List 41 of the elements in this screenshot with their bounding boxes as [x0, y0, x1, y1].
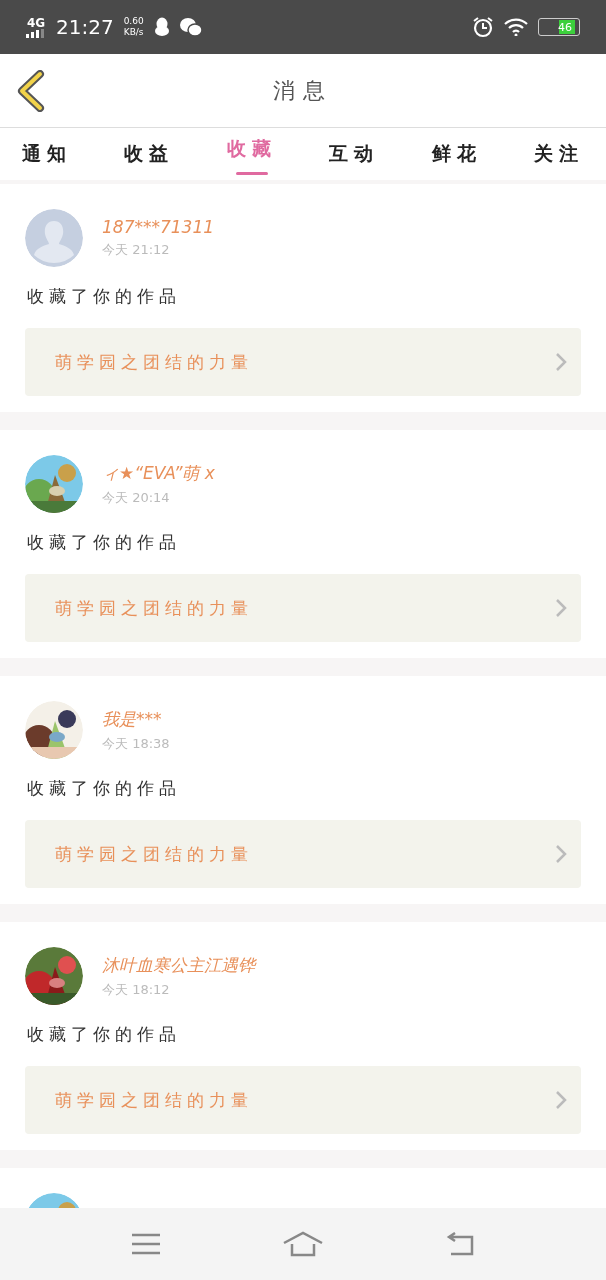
page-title: 消息: [273, 76, 333, 105]
speed-unit: KB/s: [123, 27, 144, 38]
tab[interactable]: 通知: [8, 128, 86, 172]
user-name[interactable]: 我是***: [102, 707, 170, 731]
clock-time: 21:27: [56, 15, 114, 39]
message-text: 收藏了你的作品: [27, 777, 182, 800]
chevron-right-icon: [555, 598, 567, 618]
tab[interactable]: 鲜花: [417, 128, 496, 172]
alarm-clock-icon: [472, 16, 494, 38]
message-time: 今天 20:14: [102, 488, 171, 507]
work-link[interactable]: 萌学园之团结的力量: [25, 328, 581, 396]
menu-icon[interactable]: [130, 1233, 161, 1255]
work-link[interactable]: 萌学园之团结的力量: [25, 820, 581, 888]
user-name[interactable]: ィ★“EVA”萌 x: [102, 461, 215, 485]
message-time: 今天 18:12: [102, 980, 171, 999]
back-chevron-icon[interactable]: [16, 70, 46, 112]
message-time: 今天 21:12: [102, 241, 171, 259]
tab[interactable]: 收益: [110, 128, 189, 172]
signal-icon: [26, 28, 46, 38]
user-name[interactable]: 沐叶血寒公主江遇铧: [102, 953, 255, 977]
tab[interactable]: 互动: [315, 128, 394, 172]
message-text: 收藏了你的作品: [27, 285, 182, 308]
user-name[interactable]: 187***71311: [102, 217, 215, 237]
back-icon[interactable]: [445, 1232, 476, 1256]
message-time: 今天 18:38: [102, 734, 170, 753]
tab[interactable]: 收藏: [212, 128, 291, 172]
network-speed: 0.60: [123, 16, 144, 27]
wifi-icon: [504, 18, 528, 36]
chat-bubbles-icon: [179, 17, 202, 37]
work-link[interactable]: 萌学园之团结的力量: [25, 1066, 581, 1134]
avatar-icon: [25, 209, 83, 267]
network-type: 4G: [26, 16, 46, 29]
chevron-right-icon: [555, 1090, 567, 1110]
message-text: 收藏了你的作品: [27, 1023, 182, 1046]
message-text: 收藏了你的作品: [27, 531, 182, 554]
tab[interactable]: 关注: [519, 128, 598, 172]
work-link[interactable]: 萌学园之团结的力量: [25, 574, 581, 642]
penguin-icon: [153, 17, 170, 37]
home-icon[interactable]: [282, 1231, 324, 1257]
chevron-right-icon: [555, 844, 567, 864]
chevron-right-icon: [555, 352, 567, 372]
